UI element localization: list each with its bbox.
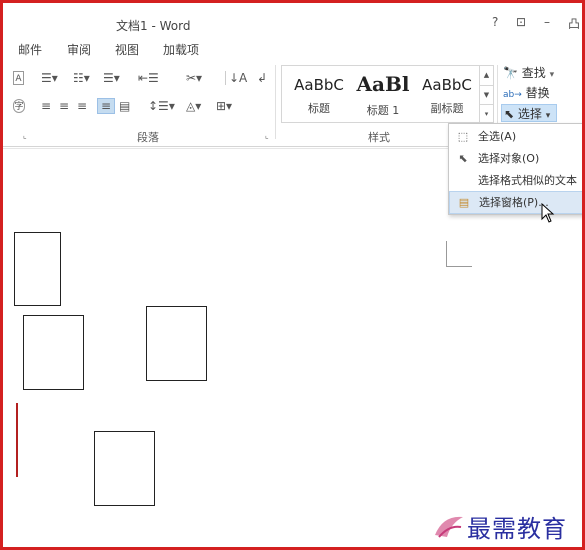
binoculars-icon: 🔭 [503,66,518,80]
title-bar: 文档1 - Word ? ⊡ – 凸 [3,3,582,37]
numbering-icon[interactable]: ☷▾ [73,71,90,85]
paragraph-group-label: 段落 [137,131,159,144]
menu-item-label: 选择对象(O) [478,152,540,165]
find-button[interactable]: 🔭 查找 ▾ [501,64,554,82]
style-sample: AaBbC [294,76,344,94]
menu-item-label: 选择窗格(P)... [479,196,549,209]
minimize-button[interactable]: – [544,15,550,29]
mouse-cursor-icon [541,203,555,223]
ribbon-display-options-button[interactable]: ⊡ [516,15,526,29]
styles-group-label: 样式 [368,131,390,144]
find-label: 查找 [521,66,546,80]
tab-mailings[interactable]: 邮件 [18,41,42,58]
replace-button[interactable]: ab→ 替换 [501,84,550,102]
window-title: 文档1 - Word [116,19,191,33]
style-sample: AaBl [356,72,410,96]
style-sample: AaBbC [422,76,472,94]
justify-icon[interactable]: ≡ [97,98,115,114]
selection-pane-icon: ▤ [458,196,470,209]
style-heading-1[interactable]: AaBl 标题 1 [350,70,416,120]
sort-icon[interactable]: ↓A [225,71,247,85]
shading-icon[interactable]: ◬▾ [186,99,201,113]
screenshot-frame: 文档1 - Word ? ⊡ – 凸 邮件 审阅 视图 加载项 A ☰▾ ☷▾ … [0,0,585,550]
margin-marker [16,403,18,477]
gallery-scroll-down-icon[interactable]: ▼ [479,85,493,104]
menu-item-label: 全选(A) [478,130,517,143]
asian-layout-icon[interactable]: ✂▾ [186,71,202,85]
align-center-icon[interactable]: ≡ [59,99,69,113]
font-dialog-launcher-icon[interactable]: ⌞ [23,131,27,140]
replace-icon: ab→ [503,90,522,100]
rectangle-shape[interactable] [146,306,207,381]
menu-item-select-similar-text[interactable]: 选择格式相似的文本 [449,170,582,192]
tab-addins[interactable]: 加载项 [163,41,199,58]
replace-label: 替换 [525,86,550,100]
distributed-icon[interactable]: ▤ [119,99,130,113]
gallery-scroll-up-icon[interactable]: ▲ [479,66,493,85]
align-left-icon[interactable]: ≡ [41,99,51,113]
gallery-more-icon[interactable]: ▾ [479,104,493,122]
style-name: 副标题 [430,102,464,115]
watermark-emblem-icon [435,516,463,538]
bullets-icon[interactable]: ☰▾ [41,71,58,85]
select-button[interactable]: ⬉ 选择 ▾ [501,104,557,122]
menu-item-select-objects[interactable]: ⬉ 选择对象(O) [449,148,582,170]
style-name: 标题 1 [366,104,400,117]
menu-item-select-all[interactable]: ⬚ 全选(A) [449,126,582,148]
style-name: 标题 [308,102,330,115]
show-marks-icon[interactable]: ↲ [257,71,267,85]
help-button[interactable]: ? [492,15,498,29]
menu-item-selection-pane[interactable]: ▤ 选择窗格(P)... [449,191,582,214]
select-all-icon: ⬚ [457,130,469,143]
select-label: 选择 [517,107,542,121]
chevron-down-icon: ▾ [549,70,555,80]
decrease-indent-icon[interactable]: ⇤☰ [138,71,159,85]
rectangle-shape[interactable] [94,431,155,506]
styles-gallery: AaBbC 标题 AaBl 标题 1 AaBbC 副标题 ▲ ▼ ▾ [281,65,494,123]
watermark-logo: 最需教育 [433,505,582,545]
font-case-icon[interactable]: A [13,71,24,85]
align-right-icon[interactable]: ≡ [77,99,87,113]
pointer-icon: ⬉ [458,152,468,165]
group-separator [275,65,276,139]
chevron-down-icon: ▾ [545,111,551,121]
rectangle-shape[interactable] [14,232,61,306]
paragraph-dialog-launcher-icon[interactable]: ⌞ [265,131,269,140]
style-heading[interactable]: AaBbC 标题 [286,70,352,120]
menu-item-label: 选择格式相似的文本 [478,174,577,187]
multilevel-list-icon[interactable]: ☰▾ [103,71,120,85]
tab-review[interactable]: 审阅 [67,41,91,58]
rectangle-shape[interactable] [23,315,84,390]
style-subtitle[interactable]: AaBbC 副标题 [414,70,480,120]
page-corner-mark [446,241,472,267]
select-dropdown-menu: ⬚ 全选(A) ⬉ 选择对象(O) 选择格式相似的文本 ▤ 选择窗格(P)... [448,123,582,215]
watermark-text: 最需教育 [467,515,567,543]
line-spacing-icon[interactable]: ↕☰▾ [148,99,175,113]
pointer-icon: ⬉ [504,107,515,121]
borders-icon[interactable]: ⊞▾ [216,99,232,113]
ribbon-tabs: 邮件 审阅 视图 加载项 [3,37,582,61]
tab-view[interactable]: 视图 [115,41,139,58]
restore-button[interactable]: 凸 [568,15,580,32]
enclose-char-icon[interactable]: 字 [13,99,25,113]
